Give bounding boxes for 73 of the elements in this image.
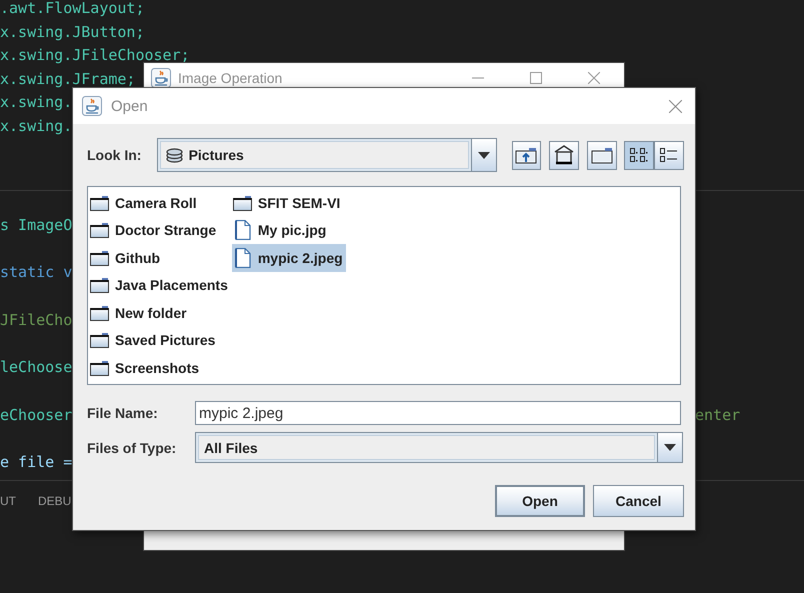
code-line: s ImageO [0, 216, 72, 234]
code-line: static v [0, 263, 72, 282]
open-button[interactable]: Open [495, 485, 585, 517]
grid-view-icon [629, 146, 649, 164]
folder-icon [90, 304, 109, 321]
file-item[interactable]: SFIT SEM-VI [232, 189, 346, 216]
folder-icon [90, 277, 109, 294]
close-icon[interactable] [588, 72, 600, 84]
home-icon [553, 145, 576, 165]
file-type-dropdown[interactable]: All Files [195, 432, 683, 463]
file-item[interactable]: New folder [89, 299, 231, 326]
look-in-label: Look In: [87, 147, 142, 163]
file-name: mypic 2.jpeg [258, 250, 343, 266]
code-line: leChoose [0, 358, 72, 376]
file-name-label: File Name: [87, 405, 159, 421]
code-line: x.swing.JFileChooser; [0, 45, 190, 66]
file-name: Java Placements [115, 277, 228, 294]
home-button[interactable] [549, 140, 580, 170]
code-line: e file = [0, 452, 72, 471]
panel-tab[interactable]: DEBU [38, 494, 72, 508]
folder-icon [232, 194, 252, 211]
dialog-title: Open [111, 98, 148, 114]
file-icon [232, 248, 252, 268]
file-item[interactable]: Github [89, 244, 231, 272]
details-view-icon [659, 146, 679, 164]
details-view-button[interactable] [654, 140, 684, 170]
file-item[interactable]: Doctor Strange [89, 216, 231, 244]
file-type-label: Files of Type: [87, 440, 178, 456]
file-name: Camera Roll [115, 194, 197, 211]
file-name-field[interactable]: mypic 2.jpeg [195, 401, 681, 425]
file-name: New folder [115, 304, 187, 321]
file-name: Screenshots [115, 360, 200, 376]
list-view-button[interactable] [624, 140, 654, 170]
file-icon [232, 220, 252, 240]
window-title: Image Operation [178, 70, 282, 86]
code-line: x.swing.JButton; [0, 22, 144, 43]
new-folder-button[interactable] [587, 140, 617, 170]
code-line: JFileCho [0, 310, 72, 329]
file-item[interactable]: Camera Roll [89, 189, 231, 216]
folder-icon [90, 250, 109, 266]
file-item[interactable]: mypic 2.jpeg [232, 244, 346, 272]
file-name: Saved Pictures [115, 332, 216, 348]
file-item[interactable]: My pic.jpg [232, 216, 346, 244]
look-in-dropdown[interactable]: Pictures [156, 138, 497, 172]
file-item[interactable]: Java Placements [89, 272, 231, 299]
code-line: eChooser [0, 406, 72, 424]
close-icon[interactable] [669, 100, 682, 112]
code-line: .awt.FlowLayout; [0, 0, 144, 19]
file-name: My pic.jpg [258, 222, 326, 238]
file-name: Doctor Strange [115, 222, 216, 238]
panel-tab[interactable]: UT [0, 494, 16, 508]
up-folder-button[interactable] [512, 140, 542, 170]
folder-icon [90, 332, 109, 348]
maximize-icon[interactable] [530, 72, 542, 84]
folder-up-icon [515, 146, 538, 164]
cancel-button[interactable]: Cancel [593, 485, 684, 517]
folder-icon [90, 222, 109, 238]
code-line: x.swing. [0, 92, 72, 114]
file-item[interactable]: Saved Pictures [89, 326, 231, 354]
code-line: enter [695, 404, 740, 426]
file-name: Github [115, 250, 160, 266]
minimize-icon[interactable] [472, 77, 484, 79]
look-in-value: Pictures [188, 147, 244, 163]
code-line: x.swing. [0, 116, 72, 137]
cup-icon [82, 96, 102, 116]
folder-icon [90, 194, 109, 211]
file-item[interactable]: Screenshots [89, 354, 231, 382]
code-line: x.swing.JFrame; [0, 68, 136, 90]
folder-icon [591, 146, 614, 164]
folder-icon [90, 360, 109, 376]
drive-icon [166, 148, 183, 162]
file-type-value: All Files [204, 440, 258, 456]
file-name: SFIT SEM-VI [258, 194, 340, 211]
